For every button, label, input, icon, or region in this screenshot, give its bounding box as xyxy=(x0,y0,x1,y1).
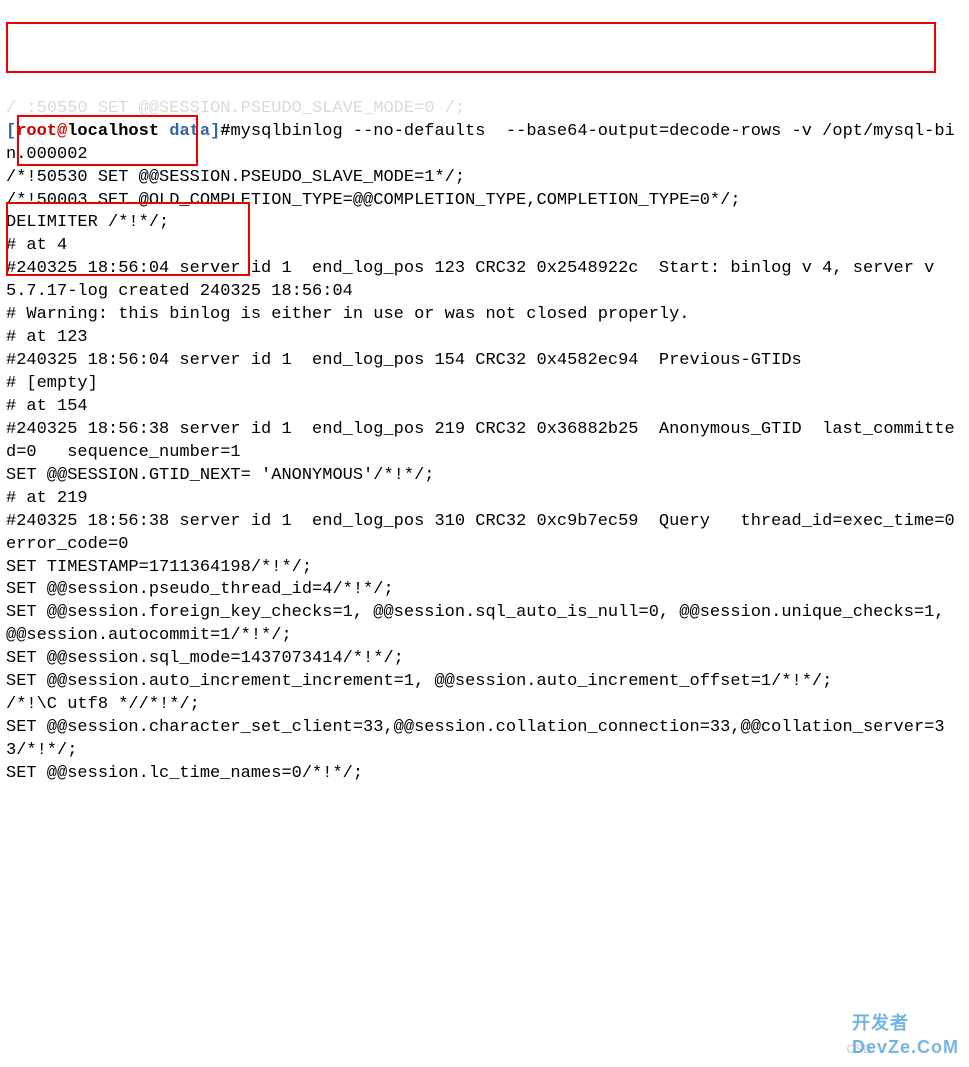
prompt-user: root xyxy=(16,122,57,141)
prompt-open-bracket: [ xyxy=(6,122,16,141)
terminal-line: SET @@session.lc_time_names=0/*!*/; xyxy=(6,764,363,783)
terminal-line: # at 123 xyxy=(6,328,88,347)
prompt-close-bracket: ] xyxy=(210,122,220,141)
terminal-line: # at 219 xyxy=(6,489,88,508)
prompt-path: data xyxy=(169,122,210,141)
watermark-secondary: CSD xyxy=(847,1041,872,1057)
terminal-line: /*!50530 SET @@SESSION.PSEUDO_SLAVE_MODE… xyxy=(6,168,465,187)
terminal-line: # at 154 xyxy=(6,397,88,416)
terminal-line: SET @@session.foreign_key_checks=1, @@se… xyxy=(6,603,955,645)
terminal-line: #240325 18:56:04 server id 1 end_log_pos… xyxy=(6,259,945,301)
terminal-line: #240325 18:56:04 server id 1 end_log_pos… xyxy=(6,351,802,370)
terminal-line: SET @@session.auto_increment_increment=1… xyxy=(6,672,832,691)
terminal-output[interactable]: / :50550 SET @@SESSION.PSEUDO_SLAVE_MODE… xyxy=(6,98,961,786)
terminal-line: SET @@session.pseudo_thread_id=4/*!*/; xyxy=(6,580,394,599)
watermark-primary: 开发者 DevZe.CoM xyxy=(852,1011,959,1060)
shell-prompt: [root@localhost data]# xyxy=(6,122,230,141)
prompt-at: @ xyxy=(57,122,67,141)
terminal-line: SET @@session.character_set_client=33,@@… xyxy=(6,718,945,760)
terminal-line: SET @@SESSION.GTID_NEXT= 'ANONYMOUS'/*!*… xyxy=(6,466,434,485)
prompt-hash: # xyxy=(220,122,230,141)
terminal-line: SET TIMESTAMP=1711364198/*!*/; xyxy=(6,558,312,577)
prompt-host: localhost xyxy=(67,122,169,141)
highlight-box-command xyxy=(6,22,936,73)
terminal-line: DELIMITER /*!*/; xyxy=(6,213,169,232)
terminal-line: # Warning: this binlog is either in use … xyxy=(6,305,690,324)
terminal-line: # [empty] xyxy=(6,374,98,393)
terminal-line: SET @@session.sql_mode=1437073414/*!*/; xyxy=(6,649,404,668)
terminal-line: #240325 18:56:38 server id 1 end_log_pos… xyxy=(6,420,955,462)
terminal-line: #240325 18:56:38 server id 1 end_log_pos… xyxy=(6,512,969,554)
terminal-line: # at 4 xyxy=(6,236,67,255)
terminal-line: / :50550 SET @@SESSION.PSEUDO_SLAVE_MODE… xyxy=(6,99,465,118)
terminal-line: /*!50003 SET @OLD_COMPLETION_TYPE=@@COMP… xyxy=(6,191,741,210)
terminal-line: /*!\C utf8 *//*!*/; xyxy=(6,695,200,714)
